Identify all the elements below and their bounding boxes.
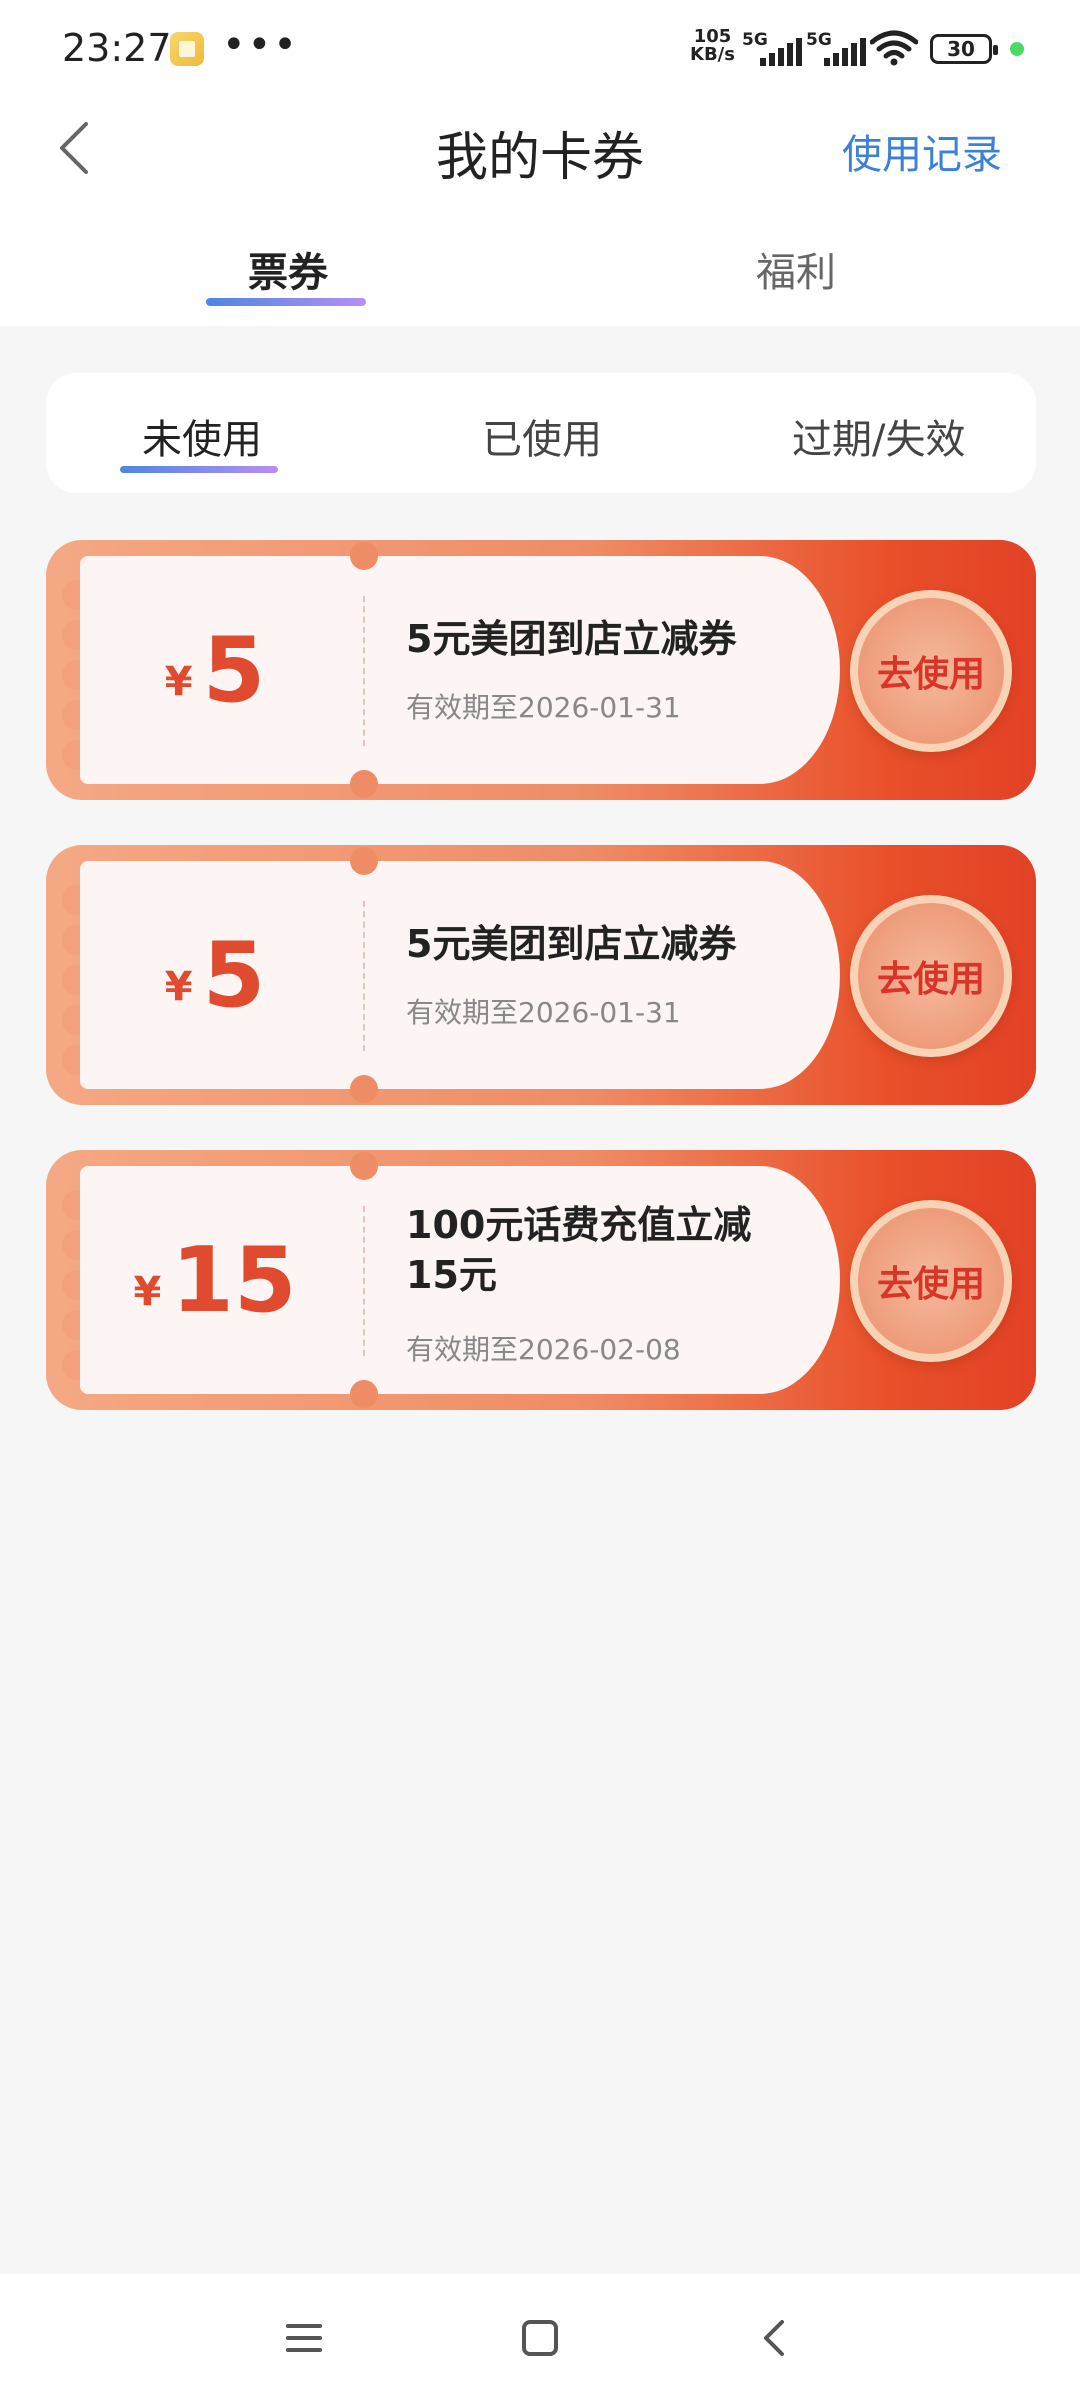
subtab-active-indicator — [120, 466, 278, 473]
more-notifications-icon: ••• — [222, 22, 299, 68]
subtab-expired[interactable]: 过期/失效 — [792, 407, 965, 465]
net-speed-unit: KB/s — [690, 44, 735, 65]
tab-tickets[interactable]: 票券 — [248, 240, 328, 298]
usage-record-link[interactable]: 使用记录 — [842, 122, 1002, 180]
coupon-card[interactable]: ¥ 5 5元美团到店立减券 有效期至2026-01-31 去使用 — [46, 845, 1036, 1105]
use-coupon-button[interactable]: 去使用 — [850, 1200, 1012, 1362]
coupon-expiry: 有效期至2026-01-31 — [406, 996, 681, 1029]
coupon-body: ¥ 5 5元美团到店立减券 有效期至2026-01-31 — [80, 847, 840, 1103]
coupon-value: 5 — [202, 617, 266, 723]
coupon-card[interactable]: ¥ 5 5元美团到店立减券 有效期至2026-01-31 去使用 — [46, 540, 1036, 800]
currency-symbol: ¥ — [164, 964, 193, 1010]
coupon-name: 5元美团到店立减券 — [406, 617, 737, 661]
back-icon[interactable] — [752, 2314, 800, 2362]
subtab-used[interactable]: 已使用 — [482, 407, 602, 465]
main-tabs: 票券 福利 — [0, 240, 1080, 310]
home-icon[interactable] — [516, 2314, 564, 2362]
menu-icon[interactable] — [280, 2314, 328, 2362]
tab-welfare[interactable]: 福利 — [756, 240, 836, 298]
currency-symbol: ¥ — [164, 659, 193, 705]
gallery-notification-icon — [170, 32, 204, 66]
wifi-icon — [870, 30, 918, 66]
signal-strength-icon: 5G — [806, 30, 868, 66]
coupon-expiry: 有效期至2026-01-31 — [406, 691, 681, 724]
use-coupon-label: 去使用 — [876, 1264, 985, 1305]
signal-strength-icon: 5G — [742, 30, 804, 66]
use-coupon-button[interactable]: 去使用 — [850, 590, 1012, 752]
coupon-expiry: 有效期至2026-02-08 — [406, 1333, 681, 1366]
coupon-amount: ¥ 5 — [80, 861, 350, 1089]
net-speed: 105 KB/s — [690, 28, 735, 64]
status-time: 23:27 — [62, 26, 172, 70]
sub-tabs: 未使用 已使用 过期/失效 — [46, 373, 1036, 493]
coupon-body: ¥ 5 5元美团到店立减券 有效期至2026-01-31 — [80, 542, 840, 798]
system-nav-bar — [0, 2274, 1080, 2400]
coupon-body: ¥ 15 100元话费充值立减15元 有效期至2026-02-08 — [80, 1152, 840, 1408]
coupon-name: 5元美团到店立减券 — [406, 922, 737, 966]
tab-active-indicator — [206, 298, 366, 306]
signal-type-label: 5G — [806, 30, 832, 50]
privacy-indicator-dot — [1010, 42, 1024, 56]
battery-icon: 30 — [930, 34, 998, 64]
use-coupon-label: 去使用 — [876, 959, 985, 1000]
subtab-unused[interactable]: 未使用 — [142, 407, 262, 465]
coupon-amount: ¥ 5 — [80, 556, 350, 784]
currency-symbol: ¥ — [133, 1269, 162, 1315]
status-bar: 23:27 ••• 105 KB/s 5G 5G 30 — [0, 0, 1080, 100]
coupon-value: 5 — [202, 922, 266, 1028]
use-coupon-button[interactable]: 去使用 — [850, 895, 1012, 1057]
coupon-card[interactable]: ¥ 15 100元话费充值立减15元 有效期至2026-02-08 去使用 — [46, 1150, 1036, 1410]
coupon-value: 15 — [171, 1227, 297, 1333]
coupon-name: 100元话费充值立减15元 — [406, 1203, 752, 1297]
use-coupon-label: 去使用 — [876, 654, 985, 695]
signal-type-label: 5G — [742, 30, 768, 50]
coupon-amount: ¥ 15 — [80, 1166, 350, 1394]
